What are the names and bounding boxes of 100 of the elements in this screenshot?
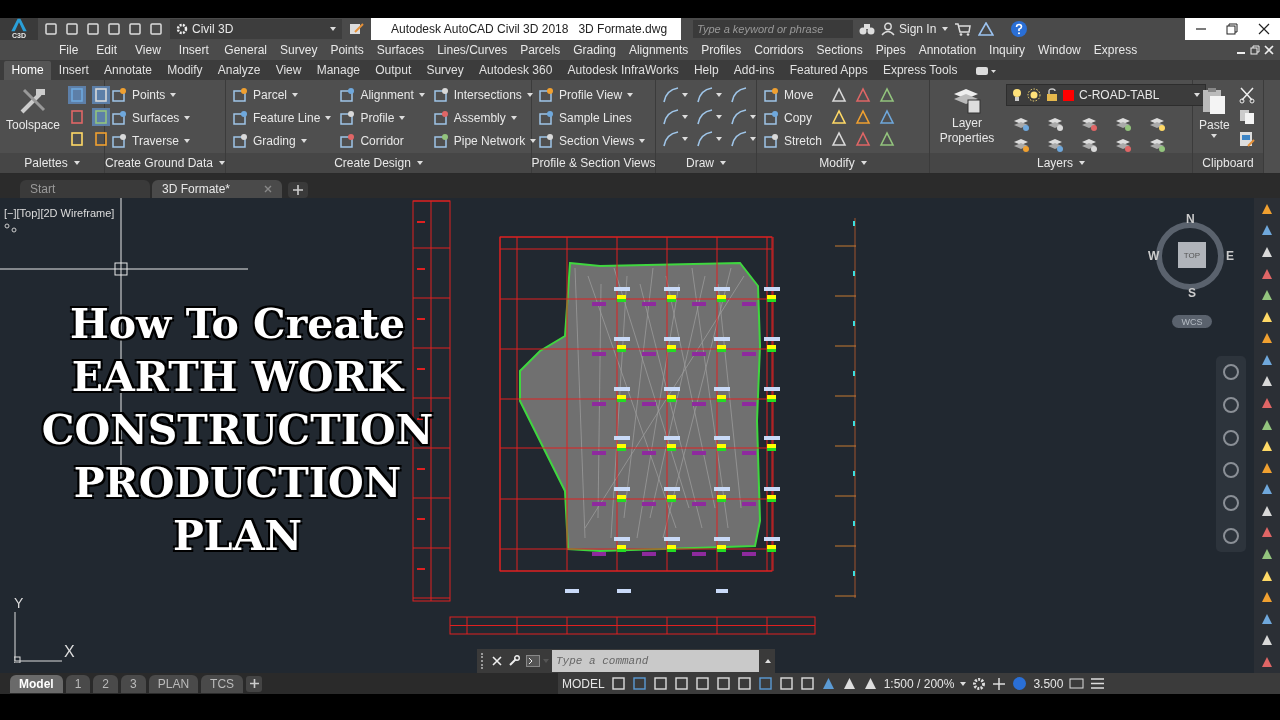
panel-title[interactable]: Create Ground Data [105, 153, 225, 173]
status-icon[interactable] [694, 676, 710, 691]
ribbon-tab[interactable]: View [268, 61, 310, 80]
layout-tab[interactable]: TCS [201, 674, 244, 693]
layout-tab[interactable]: 1 [65, 674, 91, 693]
help-icon[interactable] [1010, 20, 1029, 38]
toolbar-icon[interactable] [86, 22, 100, 36]
binoculars-icon[interactable] [859, 22, 875, 36]
tool-icon[interactable] [878, 86, 896, 104]
status-icon[interactable] [799, 676, 815, 691]
navigation-icon[interactable] [1221, 362, 1241, 383]
status-icon[interactable] [715, 676, 731, 691]
toolbar-icon[interactable] [1260, 482, 1274, 497]
scissors-icon[interactable] [1237, 86, 1256, 104]
status-icon[interactable] [631, 676, 647, 691]
toolbar-icon[interactable] [1260, 374, 1274, 389]
tool-button[interactable]: Profile [339, 109, 425, 127]
menu-item[interactable]: Alignments [622, 43, 695, 57]
toolbar-icon[interactable] [65, 22, 79, 36]
panel-title[interactable]: Create Design [226, 153, 531, 173]
menu-item[interactable]: Grading [566, 43, 623, 57]
caret-icon[interactable] [682, 115, 688, 119]
tool-button[interactable]: Intersections [432, 86, 537, 104]
toolbar-icon[interactable] [1260, 396, 1274, 410]
layout-tab[interactable]: Model [10, 674, 63, 693]
caret-icon[interactable] [716, 93, 722, 97]
ribbon-tab[interactable]: Annotate [96, 61, 160, 80]
ribbon-tab[interactable]: Modify [159, 61, 211, 80]
ribbon-tab[interactable]: Express Tools [875, 61, 965, 80]
tool-icon[interactable] [878, 130, 896, 148]
cart-icon[interactable] [954, 22, 973, 36]
copy-icon[interactable] [1237, 108, 1256, 126]
restore-icon[interactable] [1250, 45, 1260, 55]
toolbar-icon[interactable] [1260, 547, 1274, 562]
menu-item[interactable]: Lines/Curves [430, 43, 514, 57]
menu-item[interactable]: Corridors [747, 43, 811, 57]
tool-button[interactable]: Parcel [232, 86, 332, 104]
plus-icon[interactable] [992, 676, 1007, 691]
toolbar-icon[interactable] [1260, 288, 1274, 303]
navigation-icon[interactable] [1221, 427, 1241, 448]
wrench-icon[interactable] [508, 655, 520, 667]
tool-icon[interactable] [662, 108, 680, 126]
toolspace-button[interactable]: Toolspace [6, 84, 61, 153]
layer-dropdown[interactable]: C-ROAD-TABL [1006, 84, 1206, 106]
tool-button[interactable]: Pipe Network [432, 132, 537, 150]
tool-icon[interactable] [92, 108, 111, 126]
tool-icon[interactable] [696, 86, 714, 104]
menu-item[interactable]: Annotation [912, 43, 983, 57]
tool-button[interactable]: Grading [232, 132, 332, 150]
tool-icon[interactable] [830, 86, 848, 104]
navigation-icon[interactable] [1221, 395, 1241, 415]
toolbar-icon[interactable] [1260, 223, 1274, 238]
new-layout-button[interactable] [246, 675, 263, 692]
panel-title[interactable]: Layers [930, 153, 1192, 173]
tool-button[interactable]: Corridor [339, 132, 425, 150]
view-cube-face[interactable]: TOP [1178, 242, 1206, 268]
tool-icon[interactable] [696, 108, 714, 126]
annotation-icon[interactable] [841, 676, 857, 691]
tool-button[interactable]: Points [111, 86, 191, 104]
model-space-button[interactable]: MODEL [562, 676, 605, 691]
status-icon[interactable] [610, 676, 626, 691]
tool-icon[interactable] [68, 86, 87, 104]
tool-button[interactable]: Assembly [432, 109, 537, 127]
gear-icon[interactable] [972, 676, 987, 691]
caret-icon[interactable] [750, 115, 756, 119]
menu-item[interactable]: Insert [169, 43, 218, 57]
status-icon[interactable] [757, 676, 773, 691]
caret-icon[interactable] [716, 115, 722, 119]
tool-icon[interactable] [696, 130, 714, 148]
restore-icon[interactable] [1226, 23, 1239, 35]
layout-tab[interactable]: PLAN [148, 674, 199, 693]
menu-item[interactable]: Window [1031, 43, 1088, 57]
tool-icon[interactable] [878, 108, 896, 126]
menu-item[interactable]: Points [323, 43, 371, 57]
toolbar-icon[interactable] [1260, 439, 1274, 454]
layer-properties-button[interactable]: Layer Properties [936, 84, 998, 153]
ribbon-tab[interactable]: Analyze [210, 61, 269, 80]
ribbon-tab[interactable]: Add-ins [726, 61, 783, 80]
workspace-dropdown[interactable]: Civil 3D [170, 19, 342, 39]
navigation-icon[interactable] [1221, 492, 1241, 513]
tool-button[interactable]: Section Views [538, 132, 646, 150]
new-tab-button[interactable] [288, 182, 308, 198]
pencil-icon[interactable] [349, 22, 365, 36]
file-tab[interactable]: Start [20, 180, 150, 198]
layout-tab[interactable]: 3 [121, 674, 146, 693]
panel-title[interactable]: Clipboard [1193, 153, 1263, 173]
panel-title[interactable]: Palettes [0, 153, 104, 173]
ribbon-tab[interactable]: Autodesk 360 [471, 61, 560, 80]
status-icon[interactable] [652, 676, 668, 691]
tool-icon[interactable] [730, 86, 748, 104]
triangle-icon[interactable] [978, 22, 995, 36]
toolbar-icon[interactable] [1260, 525, 1274, 540]
ribbon-tab[interactable]: Survey [418, 61, 472, 80]
tool-icon[interactable] [730, 108, 748, 126]
tool-button[interactable]: Surfaces [111, 109, 191, 127]
toolbar-icon[interactable] [1260, 331, 1274, 346]
fullscreen-icon[interactable] [1069, 676, 1085, 691]
menu-item[interactable]: File [50, 43, 88, 57]
ribbon-tab[interactable]: Autodesk InfraWorks [559, 61, 687, 80]
menu-item[interactable]: Profiles [694, 43, 748, 57]
